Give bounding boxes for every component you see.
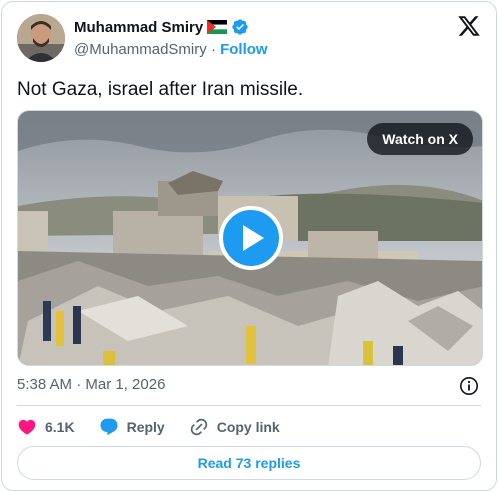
tweet-actions: 6.1K Reply Copy link	[17, 416, 481, 438]
link-icon	[190, 418, 207, 436]
tweet-meta: 5:38 AM · Mar 1, 2026	[17, 376, 481, 396]
reply-bubble-icon	[100, 418, 118, 436]
copy-link-label: Copy link	[216, 419, 280, 435]
follow-button[interactable]: Follow	[220, 41, 268, 58]
video-media[interactable]: Watch on X	[17, 110, 483, 366]
tweet-text: Not Gaza, israel after Iran missile.	[17, 79, 304, 100]
reply-label: Reply	[126, 419, 165, 435]
author-display-name[interactable]: Muhammad Smiry	[74, 19, 203, 36]
play-button[interactable]	[219, 206, 283, 270]
author-name-row: Muhammad Smiry	[74, 18, 249, 36]
watch-on-x-button[interactable]: Watch on X	[367, 123, 473, 155]
divider	[17, 405, 481, 406]
separator-dot: ·	[210, 41, 216, 58]
like-count: 6.1K	[45, 419, 75, 435]
embedded-tweet-card[interactable]: Muhammad Smiry @MuhammadSmiry · Follow N…	[1, 1, 497, 491]
heart-icon	[18, 419, 36, 435]
author-handle-row: @MuhammadSmiry · Follow	[74, 41, 268, 58]
timestamp-link[interactable]: 5:38 AM · Mar 1, 2026	[17, 376, 165, 393]
read-replies-button[interactable]: Read 73 replies	[17, 446, 481, 480]
x-logo-icon[interactable]	[457, 14, 481, 38]
like-button[interactable]: 6.1K	[17, 417, 75, 437]
reply-button[interactable]: Reply	[99, 417, 165, 437]
tweet-header: Muhammad Smiry @MuhammadSmiry · Follow	[17, 14, 481, 62]
palestine-flag-icon	[207, 20, 228, 34]
copy-link-button[interactable]: Copy link	[189, 417, 280, 437]
verified-badge-icon	[231, 18, 249, 36]
info-icon[interactable]	[459, 376, 479, 396]
avatar[interactable]	[17, 14, 65, 62]
play-icon	[243, 225, 264, 251]
author-handle[interactable]: @MuhammadSmiry	[74, 41, 207, 58]
